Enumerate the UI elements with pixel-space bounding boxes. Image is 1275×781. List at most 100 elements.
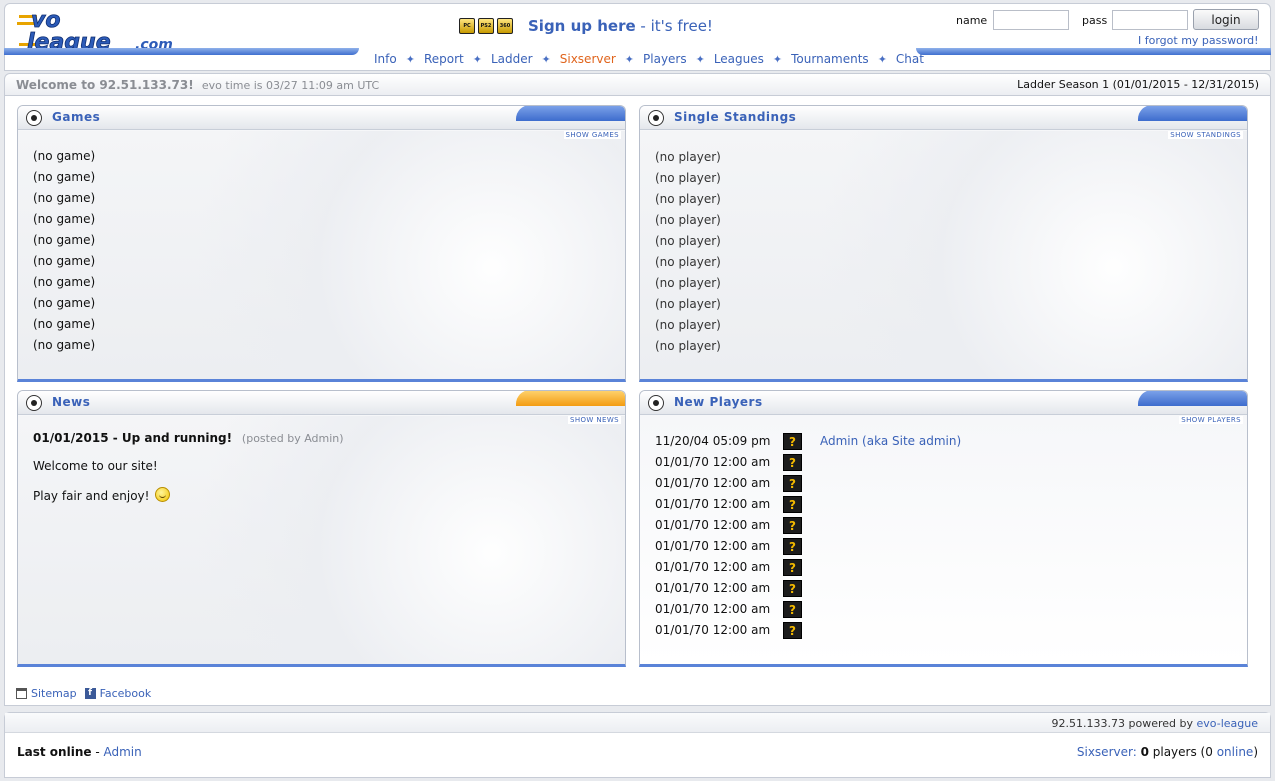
news-panel: News show news 01/01/2015 - Up and runni… — [17, 390, 626, 667]
list-item: 01/01/70 12:00 am ? — [655, 452, 1215, 473]
nav-separator-icon: ✦ — [472, 52, 482, 66]
panel-header: New Players — [640, 391, 1247, 415]
show-games-link[interactable]: show games — [563, 131, 621, 139]
sitemap-icon — [16, 688, 27, 699]
unknown-flag-icon: ? — [783, 433, 802, 450]
list-item: 01/01/70 12:00 am ? — [655, 515, 1215, 536]
sitemap-link[interactable]: Sitemap — [31, 687, 77, 700]
list-item: 01/01/70 12:00 am ? — [655, 620, 1215, 641]
site-links: Sitemap f Facebook — [16, 687, 151, 700]
facebook-link[interactable]: Facebook — [100, 687, 152, 700]
news-item-title: 01/01/2015 - Up and running! — [33, 431, 233, 445]
powered-by: 92.51.133.73 powered by evo-league — [1051, 717, 1258, 730]
list-item: 01/01/70 12:00 am ? — [655, 536, 1215, 557]
ps2-platform-icon[interactable]: PS2 — [478, 18, 494, 34]
panel-tab-decoration — [516, 391, 625, 406]
pc-platform-icon[interactable]: PC — [459, 18, 475, 34]
sixserver-online-count: 0 — [1205, 745, 1213, 759]
welcome-bar: Welcome to 92.51.133.73! evo time is 03/… — [4, 73, 1271, 96]
unknown-flag-icon: ? — [783, 517, 802, 534]
nav-item-chat[interactable]: Chat — [896, 52, 924, 66]
panel-background — [18, 131, 625, 379]
player-join-date: 01/01/70 12:00 am — [655, 581, 771, 595]
unknown-flag-icon: ? — [783, 454, 802, 471]
signup-strong[interactable]: Sign up here — [528, 17, 636, 35]
player-join-date: 11/20/04 05:09 pm — [655, 434, 771, 448]
list-item: (no game) — [33, 212, 96, 226]
panel-header: News — [18, 391, 625, 415]
list-item: (no game) — [33, 254, 96, 268]
forgot-password-link[interactable]: I forgot my password! — [1138, 34, 1259, 47]
single-standings-panel: Single Standings show standings (no play… — [639, 105, 1248, 382]
sixserver-link[interactable]: Sixserver: — [1077, 745, 1137, 759]
list-item: (no player) — [655, 339, 721, 353]
list-item: 01/01/70 12:00 am ? — [655, 578, 1215, 599]
panel-header: Games — [18, 106, 625, 130]
show-news-link[interactable]: show news — [568, 416, 621, 424]
soccer-ball-icon — [648, 110, 664, 126]
soccer-ball-icon — [648, 395, 664, 411]
password-input[interactable] — [1112, 10, 1188, 30]
nav-item-sixserver[interactable]: Sixserver — [560, 52, 616, 66]
list-item: (no player) — [655, 297, 721, 311]
evo-league-link[interactable]: evo-league — [1197, 717, 1258, 730]
platform-badges: PC PS2 360 — [459, 18, 513, 34]
signup-link[interactable]: Sign up here - it's free! — [528, 17, 713, 35]
show-players-link[interactable]: show players — [1179, 416, 1243, 424]
list-item: (no game) — [33, 296, 96, 310]
unknown-flag-icon: ? — [783, 580, 802, 597]
standings-title: Single Standings — [674, 110, 797, 124]
unknown-flag-icon: ? — [783, 559, 802, 576]
sixserver-online-link[interactable]: online — [1217, 745, 1254, 759]
nav-item-leagues[interactable]: Leagues — [714, 52, 764, 66]
player-name-link[interactable]: Admin (aka Site admin) — [820, 431, 961, 452]
season-info: Ladder Season 1 (01/01/2015 - 12/31/2015… — [1017, 78, 1259, 91]
list-item: (no player) — [655, 192, 721, 206]
unknown-flag-icon: ? — [783, 622, 802, 639]
nav-item-tournaments[interactable]: Tournaments — [791, 52, 869, 66]
list-item: (no player) — [655, 213, 721, 227]
last-online-user-link[interactable]: Admin — [103, 745, 141, 759]
evo-time: evo time is 03/27 11:09 am UTC — [201, 79, 380, 92]
facebook-icon: f — [84, 688, 96, 699]
panel-background — [640, 131, 1247, 379]
player-join-date: 01/01/70 12:00 am — [655, 623, 771, 637]
games-list: (no game) (no game) (no game) (no game) … — [33, 146, 95, 356]
player-join-date: 01/01/70 12:00 am — [655, 518, 771, 532]
player-join-date: 01/01/70 12:00 am — [655, 560, 771, 574]
list-item: (no player) — [655, 171, 721, 185]
evo-league-logo[interactable]: vo league .com — [17, 7, 189, 53]
player-join-date: 01/01/70 12:00 am — [655, 476, 771, 490]
show-standings-link[interactable]: show standings — [1168, 131, 1243, 139]
nav-decoration-left — [4, 48, 359, 55]
list-item: (no player) — [655, 318, 721, 332]
games-panel: Games show games (no game) (no game) (no… — [17, 105, 626, 382]
list-item: 01/01/70 12:00 am ? — [655, 494, 1215, 515]
nav-item-players[interactable]: Players — [643, 52, 687, 66]
login-button[interactable]: login — [1193, 9, 1259, 30]
list-item: (no game) — [33, 233, 96, 247]
unknown-flag-icon: ? — [783, 475, 802, 492]
nav-item-report[interactable]: Report — [424, 52, 464, 66]
list-item: 11/20/04 05:09 pm ? Admin (aka Site admi… — [655, 431, 1215, 452]
nav-item-ladder[interactable]: Ladder — [491, 52, 533, 66]
nav-separator-icon: ✦ — [405, 52, 415, 66]
list-item: (no game) — [33, 149, 96, 163]
nav-item-info[interactable]: Info — [374, 52, 397, 66]
list-item: (no game) — [33, 275, 96, 289]
main-content: Games show games (no game) (no game) (no… — [4, 96, 1271, 706]
unknown-flag-icon: ? — [783, 496, 802, 513]
player-join-date: 01/01/70 12:00 am — [655, 455, 771, 469]
news-item-text: Welcome to our site! — [33, 459, 158, 473]
last-online-label: Last online — [17, 745, 92, 759]
main-nav: Info ✦ Report ✦ Ladder ✦ Sixserver ✦ Pla… — [374, 52, 924, 66]
pass-label: pass — [1082, 14, 1108, 27]
news-item-text-line2: Play fair and enjoy! — [33, 487, 344, 503]
nav-separator-icon: ✦ — [541, 52, 551, 66]
unknown-flag-icon: ? — [783, 601, 802, 618]
welcome-text: Welcome to 92.51.133.73! — [16, 78, 194, 92]
name-input[interactable] — [993, 10, 1069, 30]
news-item-posted-by: (posted by Admin) — [241, 432, 344, 445]
xbox360-platform-icon[interactable]: 360 — [497, 18, 513, 34]
signup-rest: - it's free! — [635, 17, 713, 35]
